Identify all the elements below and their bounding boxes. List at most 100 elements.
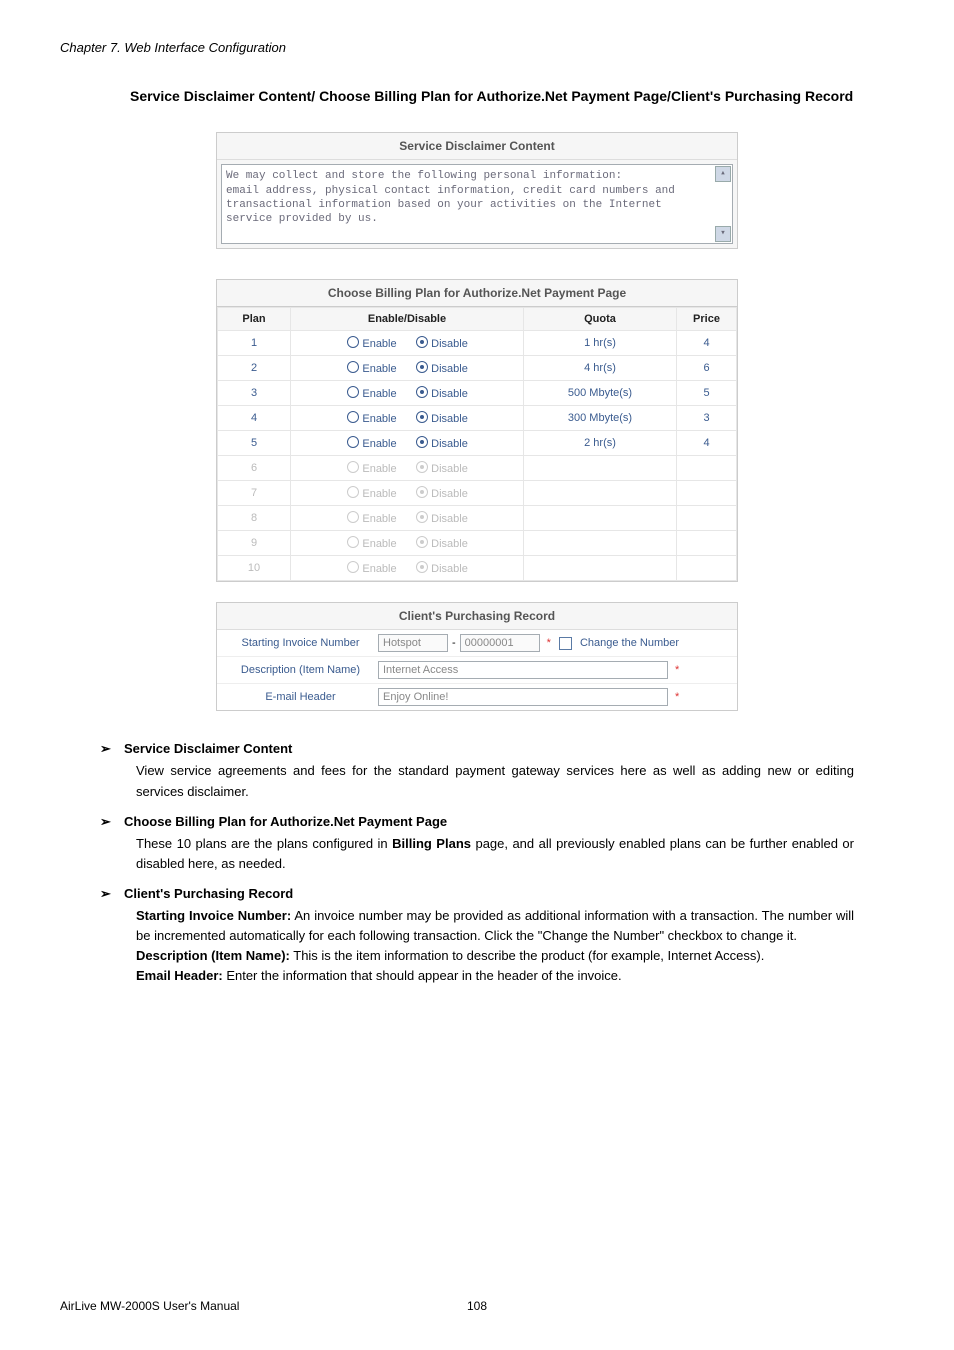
bullet-arrow-icon: ➢ — [100, 886, 124, 902]
label-email-header: E-mail Header — [223, 691, 378, 703]
cell-price — [677, 481, 737, 506]
invoice-dash: - — [452, 637, 456, 649]
bullet-title: Client's Purchasing Record — [124, 886, 293, 902]
table-row: 2 EnableDisable 4 hr(s)6 — [218, 356, 737, 381]
table-row: 5 EnableDisable 2 hr(s)4 — [218, 431, 737, 456]
cell-plan: 10 — [218, 556, 291, 581]
cell-plan: 8 — [218, 506, 291, 531]
invoice-prefix-input[interactable] — [378, 634, 448, 652]
cell-price — [677, 506, 737, 531]
col-quota: Quota — [524, 308, 677, 331]
row-email-header: E-mail Header * — [217, 684, 737, 710]
label-description: Description (Item Name) — [223, 664, 378, 676]
radio-disable[interactable]: Disable — [407, 511, 477, 525]
cell-quota: 4 hr(s) — [524, 356, 677, 381]
radio-enable[interactable]: Enable — [337, 561, 407, 575]
table-row: 1 EnableDisable 1 hr(s)4 — [218, 331, 737, 356]
bullet-arrow-icon: ➢ — [100, 814, 124, 830]
bullet-title: Service Disclaimer Content — [124, 741, 292, 757]
description-input[interactable] — [378, 661, 668, 679]
cell-plan: 5 — [218, 431, 291, 456]
cell-quota — [524, 481, 677, 506]
bullet-purchasing-record: ➢ Client's Purchasing Record — [100, 886, 854, 902]
radio-disable[interactable]: Disable — [407, 386, 477, 400]
cell-quota: 1 hr(s) — [524, 331, 677, 356]
cell-price — [677, 556, 737, 581]
radio-enable[interactable]: Enable — [337, 511, 407, 525]
change-number-checkbox[interactable] — [559, 637, 572, 650]
bullet-billing-plan: ➢ Choose Billing Plan for Authorize.Net … — [100, 814, 854, 830]
service-disclaimer-title: Service Disclaimer Content — [217, 133, 737, 160]
cell-price: 4 — [677, 431, 737, 456]
radio-disable[interactable]: Disable — [407, 436, 477, 450]
email-header-input[interactable] — [378, 688, 668, 706]
required-star: * — [675, 664, 679, 676]
cell-price: 5 — [677, 381, 737, 406]
cell-plan: 4 — [218, 406, 291, 431]
cell-plan: 3 — [218, 381, 291, 406]
cell-plan: 7 — [218, 481, 291, 506]
bullet-title: Choose Billing Plan for Authorize.Net Pa… — [124, 814, 447, 830]
col-price: Price — [677, 308, 737, 331]
radio-disable[interactable]: Disable — [407, 486, 477, 500]
cell-price: 6 — [677, 356, 737, 381]
section-title: Service Disclaimer Content/ Choose Billi… — [130, 85, 894, 107]
invoice-number-input[interactable] — [460, 634, 540, 652]
cell-quota — [524, 456, 677, 481]
purchasing-record-panel: Client's Purchasing Record Starting Invo… — [216, 602, 738, 711]
radio-disable[interactable]: Disable — [407, 361, 477, 375]
radio-enable[interactable]: Enable — [337, 386, 407, 400]
required-star: * — [675, 691, 679, 703]
cell-quota: 2 hr(s) — [524, 431, 677, 456]
table-row: 6EnableDisable — [218, 456, 737, 481]
billing-plan-title: Choose Billing Plan for Authorize.Net Pa… — [217, 280, 737, 307]
purchasing-record-title: Client's Purchasing Record — [217, 603, 737, 630]
billing-plan-panel: Choose Billing Plan for Authorize.Net Pa… — [216, 279, 738, 582]
radio-enable[interactable]: Enable — [337, 336, 407, 350]
cell-plan: 2 — [218, 356, 291, 381]
cell-quota — [524, 556, 677, 581]
radio-disable[interactable]: Disable — [407, 411, 477, 425]
cell-quota — [524, 506, 677, 531]
cell-price: 4 — [677, 331, 737, 356]
radio-disable[interactable]: Disable — [407, 561, 477, 575]
cell-quota — [524, 531, 677, 556]
bullet-body: Starting Invoice Number: An invoice numb… — [136, 906, 854, 987]
scroll-down-icon[interactable]: ▾ — [715, 226, 731, 242]
cell-price — [677, 531, 737, 556]
table-row: 4 EnableDisable 300 Mbyte(s)3 — [218, 406, 737, 431]
cell-quota: 300 Mbyte(s) — [524, 406, 677, 431]
radio-enable[interactable]: Enable — [337, 486, 407, 500]
radio-enable[interactable]: Enable — [337, 436, 407, 450]
cell-plan: 9 — [218, 531, 291, 556]
cell-price: 3 — [677, 406, 737, 431]
radio-disable[interactable]: Disable — [407, 336, 477, 350]
radio-enable[interactable]: Enable — [337, 411, 407, 425]
footer-left: AirLive MW-2000S User's Manual — [60, 1299, 239, 1313]
service-disclaimer-text: We may collect and store the following p… — [226, 170, 675, 225]
scroll-up-icon[interactable]: ▴ — [715, 166, 731, 182]
service-disclaimer-panel: Service Disclaimer Content We may collec… — [216, 132, 738, 249]
bullet-service-disclaimer: ➢ Service Disclaimer Content — [100, 741, 854, 757]
radio-enable[interactable]: Enable — [337, 361, 407, 375]
radio-disable[interactable]: Disable — [407, 461, 477, 475]
radio-enable[interactable]: Enable — [337, 461, 407, 475]
radio-disable[interactable]: Disable — [407, 536, 477, 550]
chapter-heading: Chapter 7. Web Interface Configuration — [60, 40, 894, 55]
col-enable-disable: Enable/Disable — [291, 308, 524, 331]
change-number-label: Change the Number — [580, 637, 679, 649]
table-row: 8 EnableDisable — [218, 506, 737, 531]
cell-plan: 1 — [218, 331, 291, 356]
billing-plan-table: Plan Enable/Disable Quota Price 1EnableD… — [217, 307, 737, 581]
row-description: Description (Item Name) * — [217, 657, 737, 684]
radio-enable[interactable]: Enable — [337, 536, 407, 550]
row-starting-invoice: Starting Invoice Number - * Change the N… — [217, 630, 737, 657]
table-row: 9 EnableDisable — [218, 531, 737, 556]
service-disclaimer-textarea[interactable]: We may collect and store the following p… — [221, 164, 733, 244]
bullet-body: These 10 plans are the plans configured … — [136, 834, 854, 874]
cell-quota: 500 Mbyte(s) — [524, 381, 677, 406]
bullet-body: View service agreements and fees for the… — [136, 761, 854, 801]
bullet-arrow-icon: ➢ — [100, 741, 124, 757]
cell-price — [677, 456, 737, 481]
table-row: 3 EnableDisable 500 Mbyte(s)5 — [218, 381, 737, 406]
